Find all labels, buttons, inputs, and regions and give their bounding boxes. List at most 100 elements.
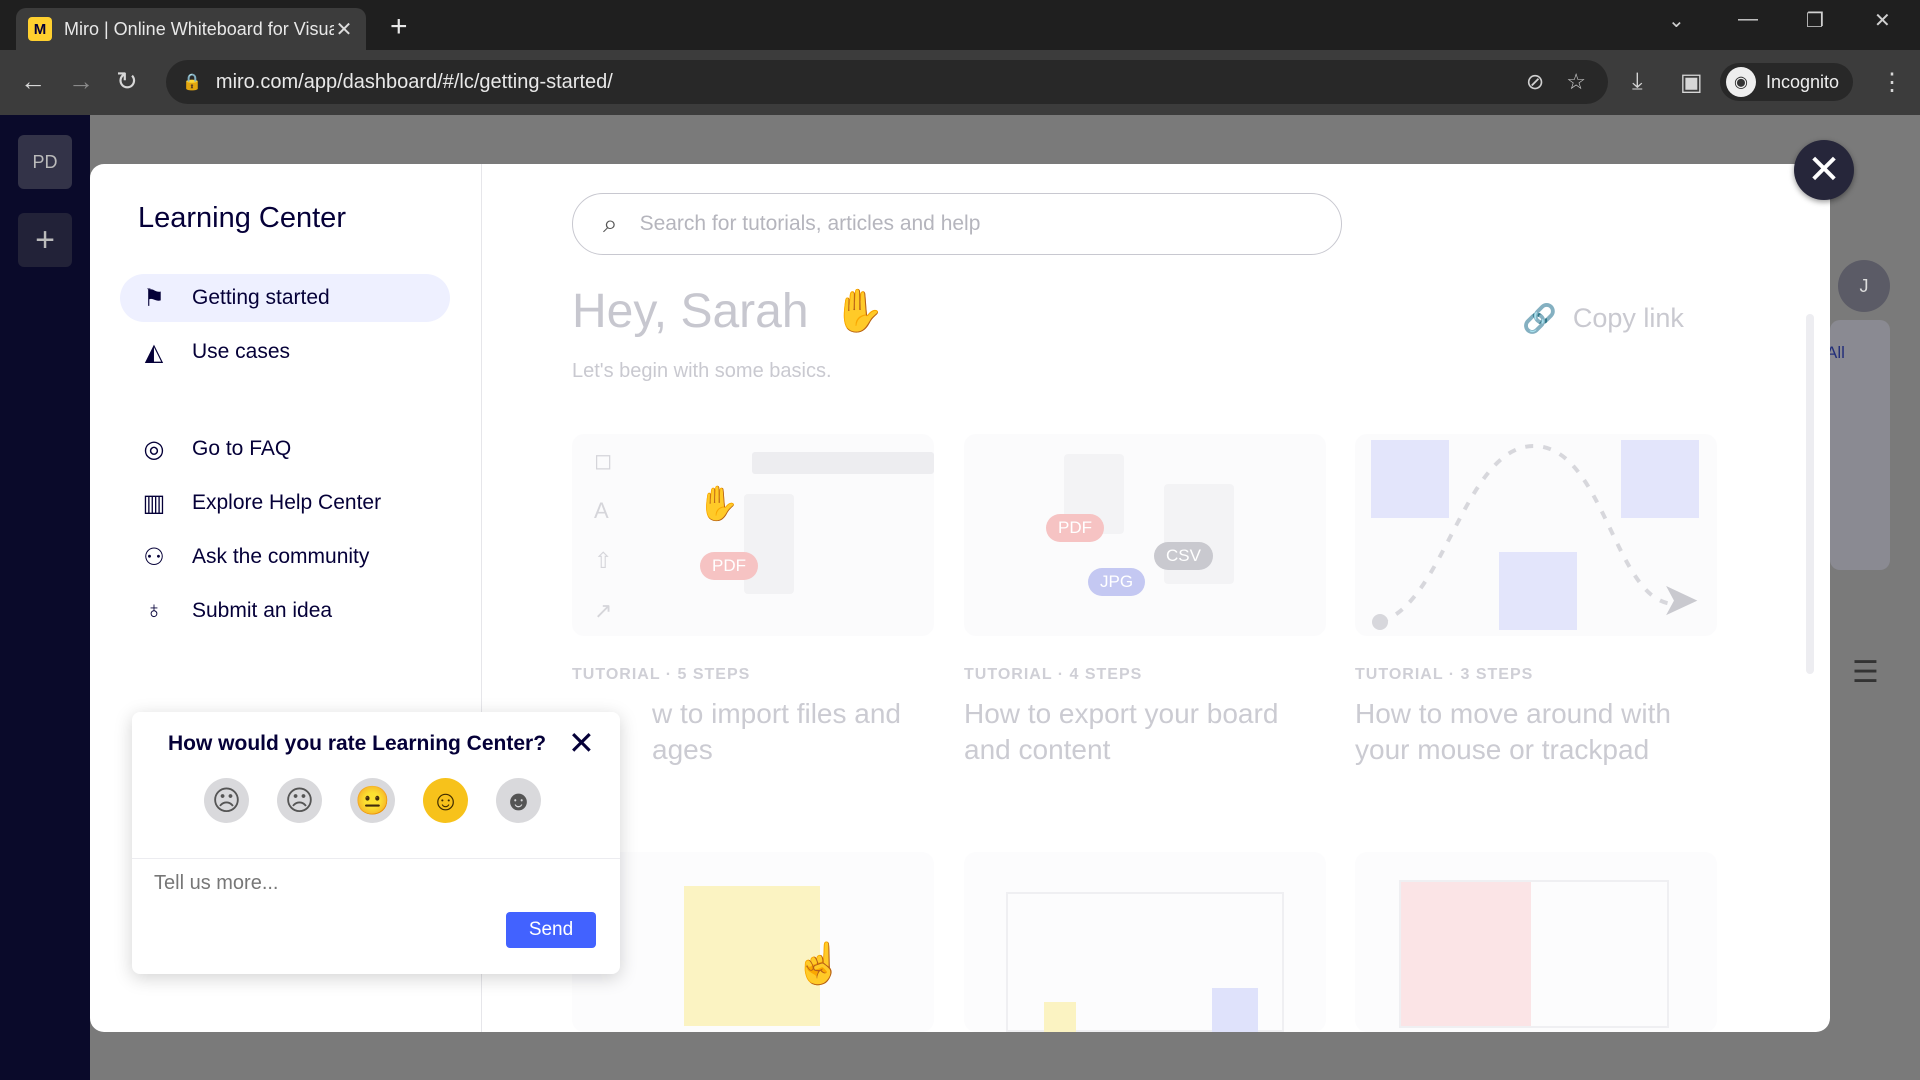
sidebar-item-label: Explore Help Center [192, 491, 382, 514]
sticky-shape [1044, 1002, 1076, 1032]
download-icon[interactable]: ⤓ [1632, 68, 1643, 96]
eye-slash-icon[interactable]: ⊘ [1526, 69, 1544, 95]
bookmark-star-icon[interactable]: ☆ [1566, 69, 1586, 95]
workspace-avatar[interactable]: PD [18, 135, 72, 189]
card-meta: TUTORIAL · 4 STEPS [964, 666, 1143, 683]
sidebar-item-label: Use cases [192, 340, 291, 363]
hamburger-icon[interactable]: ☰ [1852, 655, 1879, 690]
card-title: w to import files and ages [652, 698, 901, 765]
rating-happy-icon[interactable]: ☺ [423, 778, 468, 823]
search-input[interactable] [639, 212, 1240, 236]
pdf-tag: PDF [1046, 514, 1104, 542]
sidebar-item-submit-idea[interactable]: ♁ Submit an idea [120, 587, 450, 635]
window-bar-shape [752, 452, 934, 474]
incognito-icon: ◉ [1726, 67, 1756, 97]
tab-search-icon[interactable]: ⌄ [1668, 8, 1685, 33]
scrollbar[interactable] [1806, 314, 1814, 674]
greeting-text: Hey, Sarah [572, 285, 809, 338]
tutorial-card-navigate[interactable]: ➤ TUTORIAL · 3 STEPS How to move around … [1355, 434, 1717, 768]
side-panel-icon[interactable]: ▣ [1680, 68, 1703, 97]
card-thumbnail: ➤ [1355, 434, 1717, 636]
sidebar-item-label: Submit an idea [192, 599, 333, 622]
copy-link-button[interactable]: 🔗 Copy link [1522, 302, 1684, 335]
card-title: How to move around with your mouse or tr… [1355, 698, 1671, 765]
sidebar-item-getting-started[interactable]: ⚑ Getting started [120, 274, 450, 322]
jpg-tag: JPG [1088, 568, 1146, 596]
card-thumbnail: PDF ◻ A ⇧ ↗ ✋ [572, 434, 934, 636]
card-thumbnail: PDF JPG CSV [964, 434, 1326, 636]
waving-hand-icon: ✋ [832, 287, 885, 334]
tutorial-card-export[interactable]: PDF JPG CSV TUTORIAL · 4 STEPS How to ex… [964, 434, 1326, 768]
greeting: Hey, Sarah ✋ [572, 284, 885, 339]
search-icon: ⌕ [603, 208, 618, 238]
sidebar-item-use-cases[interactable]: ◭ Use cases [120, 328, 450, 376]
sticky-shape [1212, 988, 1258, 1032]
people-icon: ⚇ [143, 543, 165, 571]
card-title: How to export your board and content [964, 698, 1279, 765]
lifebuoy-icon: ◎ [143, 435, 165, 463]
reload-icon[interactable]: ↻ [116, 66, 138, 97]
tutorial-card-thumbnail[interactable] [1355, 852, 1717, 1032]
lock-icon: 🔒 [182, 74, 202, 91]
browser-menu-icon[interactable]: ⋮ [1880, 68, 1904, 97]
rating-popup: How would you rate Learning Center? ✕ ☹ … [132, 712, 620, 974]
tutorial-card-import[interactable]: PDF ◻ A ⇧ ↗ ✋ TUTORIAL · 5 STEPS w to impor… [572, 434, 934, 768]
learning-search-box[interactable]: ⌕ [572, 193, 1342, 255]
rating-sad-icon[interactable]: ☹ [277, 778, 322, 823]
address-bar[interactable]: 🔒 miro.com/app/dashboard/#/lc/getting-st… [166, 60, 1608, 104]
learning-center-title: Learning Center [138, 202, 346, 234]
sidebar-item-community[interactable]: ⚇ Ask the community [120, 533, 450, 581]
image-shape [1401, 882, 1531, 1026]
send-button[interactable]: Send [506, 912, 596, 948]
window-close-icon[interactable]: ✕ [1874, 8, 1891, 33]
url-text: miro.com/app/dashboard/#/lc/getting-star… [215, 70, 613, 93]
back-icon[interactable]: ← [20, 66, 46, 97]
lightbulb-icon: ♁ [145, 597, 163, 624]
cursor-arrow-icon: ➤ [1661, 573, 1700, 625]
hand-cursor-icon: ☝ [794, 942, 844, 986]
rating-neutral-icon[interactable]: 😐 [350, 778, 395, 823]
divider [132, 858, 620, 859]
close-modal-button[interactable]: ✕ [1794, 140, 1854, 200]
sidebar-item-label: Ask the community [192, 545, 370, 568]
file-shape [744, 494, 794, 594]
rating-options: ☹ ☹ 😐 ☺ ☻ [204, 778, 541, 823]
copy-link-label: Copy link [1572, 303, 1684, 333]
flag-icon: ⚑ [143, 284, 165, 312]
browser-tab[interactable]: M Miro | Online Whiteboard for Visual Co… [16, 8, 366, 50]
shapes-icon: ◭ [144, 338, 164, 366]
link-icon: 🔗 [1522, 303, 1557, 334]
learning-center-main: ⌕ Hey, Sarah ✋ Let's begin with some bas… [482, 164, 1830, 1032]
card-meta: TUTORIAL · 3 STEPS [1355, 666, 1534, 683]
workspace-rail: PD + [0, 115, 90, 1080]
hand-cursor-icon: ✋ [697, 485, 740, 523]
tutorial-card-thumbnail[interactable]: ☝ [572, 852, 934, 1032]
forward-icon[interactable]: → [68, 66, 94, 97]
sidebar-item-faq[interactable]: ◎ Go to FAQ [120, 425, 450, 473]
close-icon[interactable]: ✕ [568, 724, 595, 762]
sidebar-item-label: Go to FAQ [192, 437, 292, 460]
tab-title: Miro | Online Whiteboard for Visual Coll… [64, 18, 334, 39]
sidebar-item-help-center[interactable]: ▥ Explore Help Center [120, 479, 450, 527]
book-icon: ▥ [142, 489, 166, 517]
browser-titlebar: M Miro | Online Whiteboard for Visual Co… [0, 0, 1920, 50]
rating-angry-icon[interactable]: ☹ [204, 778, 249, 823]
incognito-badge[interactable]: ◉ Incognito [1720, 63, 1854, 101]
pdf-tag: PDF [700, 552, 758, 580]
new-tab-button[interactable]: + [390, 10, 408, 44]
user-avatar[interactable]: J [1838, 260, 1890, 312]
minimize-icon[interactable]: — [1738, 8, 1758, 31]
rating-love-icon[interactable]: ☻ [496, 778, 541, 823]
miro-favicon-icon: M [28, 17, 52, 41]
card-meta: TUTORIAL · 5 STEPS [572, 666, 751, 683]
incognito-label: Incognito [1766, 71, 1840, 92]
tutorial-card-thumbnail[interactable] [964, 852, 1326, 1032]
tab-close-icon[interactable]: ✕ [334, 17, 354, 42]
add-workspace-button[interactable]: + [18, 213, 72, 267]
restore-icon[interactable]: ❐ [1806, 8, 1824, 33]
toolbar-icons: ◻ A ⇧ ↗ [594, 448, 613, 623]
greeting-subtitle: Let's begin with some basics. [572, 360, 832, 382]
sidebar-item-label: Getting started [192, 286, 330, 309]
feedback-input[interactable] [154, 872, 594, 912]
browser-toolbar: ← → ↻ 🔒 miro.com/app/dashboard/#/lc/gett… [0, 50, 1920, 115]
